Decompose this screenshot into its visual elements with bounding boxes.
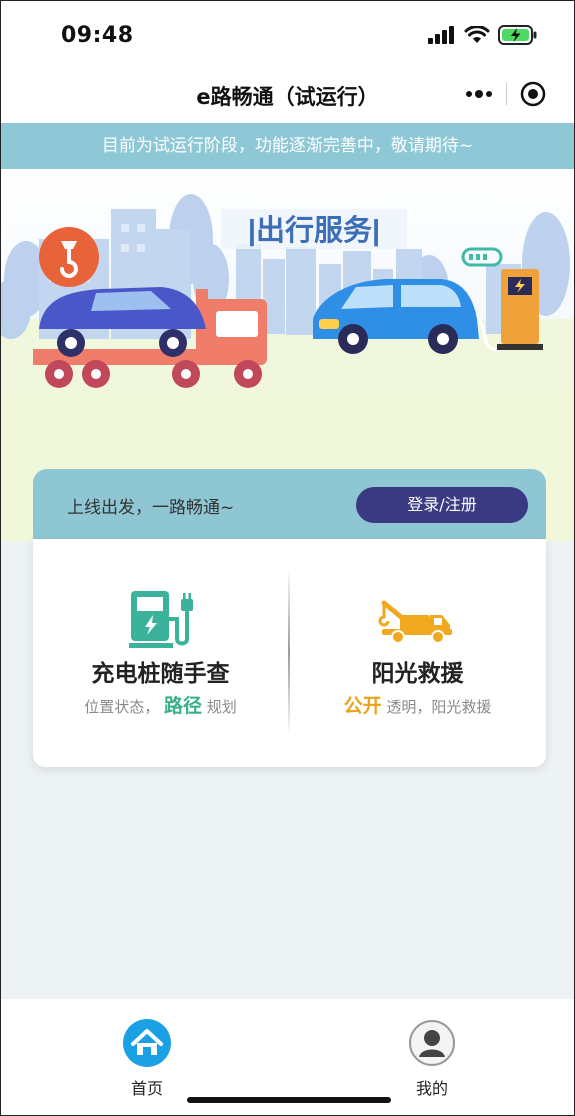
battery-charging-icon <box>498 25 537 45</box>
feature-subtitle-charging: 位置状态， 路径 规划 <box>33 691 288 718</box>
tab-mine-label: 我的 <box>415 1079 448 1098</box>
subtitle-text: 透明，阳光救援 <box>386 698 492 716</box>
tow-hook-badge <box>39 227 99 287</box>
banner-title: |出行服务| <box>248 214 380 247</box>
more-dots-icon <box>465 90 492 98</box>
feature-subtitle-rescue: 公开 透明，阳光救援 <box>290 691 545 718</box>
close-button[interactable] <box>507 76 561 112</box>
tab-mine[interactable]: 我的 <box>372 1019 492 1099</box>
subtitle-text: 位置状态， <box>84 698 160 716</box>
subtitle-text: 规划 <box>206 698 237 716</box>
tab-home-label: 首页 <box>130 1079 163 1098</box>
wifi-icon <box>464 26 490 43</box>
tab-home[interactable]: 首页 <box>87 1019 207 1099</box>
cellular-signal-icon <box>428 26 454 44</box>
subtitle-highlight: 路径 <box>163 695 202 717</box>
status-bar: 09:48 <box>1 1 574 71</box>
feature-card: 充电桩随手查 位置状态， 路径 规划 阳光救援 公开 透明，阳光救援 <box>33 539 546 767</box>
home-indicator[interactable] <box>187 1097 391 1103</box>
target-circle-icon <box>521 81 546 107</box>
home-icon <box>123 1019 171 1067</box>
tow-truck-icon <box>378 600 452 644</box>
subtitle-highlight: 公开 <box>343 695 382 717</box>
feature-title-charging: 充电桩随手查 <box>91 661 230 687</box>
login-register-button[interactable]: 登录/注册 <box>356 487 528 523</box>
welcome-text: 上线出发，一路畅通~ <box>67 498 235 518</box>
mini-program-capsule <box>452 76 560 112</box>
more-button[interactable] <box>452 76 506 112</box>
status-time: 09:48 <box>61 23 134 48</box>
feature-sunshine-rescue[interactable]: 阳光救援 公开 透明，阳光救援 <box>290 539 545 767</box>
feature-charging-lookup[interactable]: 充电桩随手查 位置状态， 路径 规划 <box>33 539 288 767</box>
welcome-card-header: 上线出发，一路畅通~ 登录/注册 <box>33 469 546 541</box>
status-icons <box>428 25 538 45</box>
feature-title-rescue: 阳光救援 <box>371 661 464 687</box>
user-avatar-icon <box>409 1020 455 1066</box>
nav-bar: e路畅通（试运行） <box>1 71 574 123</box>
charging-station-icon <box>129 591 193 648</box>
phone-screen: 09:48 e路畅通（试运行） 目前为试运行阶段，功能逐渐完善中，敬请期待~ |… <box>0 0 575 1116</box>
notice-banner: 目前为试运行阶段，功能逐渐完善中，敬请期待~ <box>1 123 574 169</box>
